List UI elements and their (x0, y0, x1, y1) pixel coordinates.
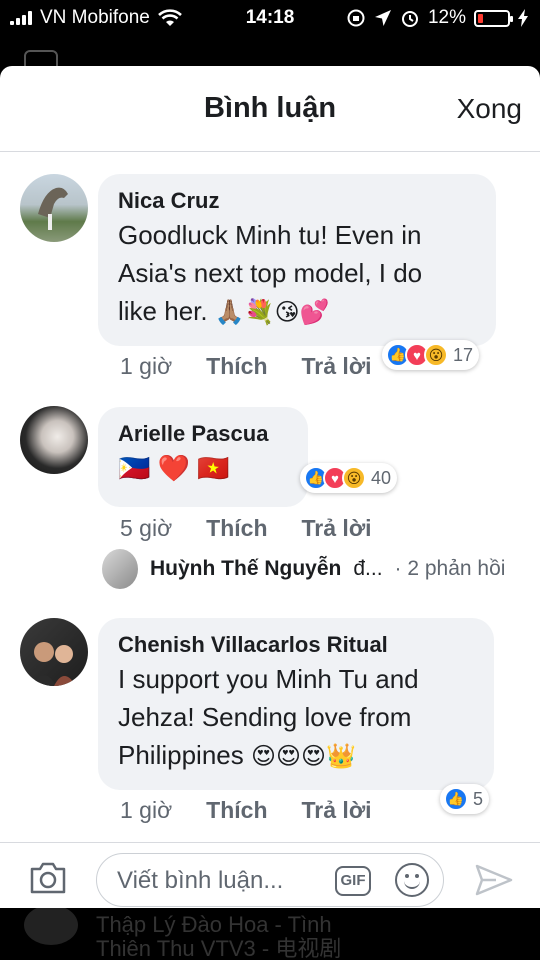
background-text-line: Thiên Thu VTV3 - 电视剧 (96, 936, 342, 960)
comment-input-placeholder: Viết bình luận... (117, 867, 284, 894)
comment-text-line: Philippines 😍😍😍👑 (118, 736, 474, 776)
comment-emoji: 🙏🏽💐😘💕 (214, 299, 330, 326)
reply-author-name: Huỳnh Thế Nguyễn (150, 557, 342, 580)
reply-preview[interactable]: Huỳnh Thế Nguyễn đ... · 2 phản hồi (102, 549, 505, 589)
sheet-header: Bình luận Xong (0, 66, 540, 152)
avatar[interactable] (20, 174, 88, 242)
comment-input[interactable]: Viết bình luận... GIF (96, 853, 444, 907)
comment-composer: Viết bình luận... GIF (0, 842, 540, 908)
background-text-line: Thập Lý Đào Hoa - Tình (96, 912, 332, 937)
comment-time: 5 giờ (120, 515, 173, 541)
comment-text-line: I support you Minh Tu and (118, 664, 419, 694)
commenter-name[interactable]: Chenish Villacarlos Ritual (118, 630, 474, 660)
comment-text-line: Asia's next top model, I do (118, 258, 423, 288)
status-bar: VN Mobifone 14:18 12% (0, 0, 540, 36)
comments-sheet: Bình luận Xong Nica Cruz Goodluck Minh t… (0, 66, 540, 908)
comment-actions: 1 giờ Thích Trả lời (120, 353, 372, 380)
like-button[interactable]: Thích (206, 353, 267, 380)
background-avatar (24, 905, 78, 945)
commenter-name[interactable]: Nica Cruz (118, 186, 476, 216)
background-post-text: Thập Lý Đào Hoa - Tình Thiên Thu VTV3 - … (96, 913, 496, 960)
done-button[interactable]: Xong (457, 93, 522, 125)
comment-actions: 5 giờ Thích Trả lời (120, 515, 372, 542)
comment-text-part: like her. (118, 296, 208, 326)
comment-time: 1 giờ (120, 797, 173, 823)
comment-text-line: like her. 🙏🏽💐😘💕 (118, 292, 476, 332)
orientation-lock-icon (347, 9, 365, 27)
wow-reaction-icon: 😮 (424, 343, 448, 367)
comment-time: 1 giờ (120, 353, 173, 379)
comment-emoji: 🇵🇭 ❤️ 🇻🇳 (118, 453, 230, 483)
reaction-count: 17 (453, 344, 474, 365)
reactions-summary[interactable]: 👍 5 (440, 784, 490, 814)
battery-percent: 12% (427, 7, 466, 28)
like-button[interactable]: Thích (206, 797, 267, 824)
reply-button[interactable]: Trả lời (302, 353, 372, 380)
reactions-summary[interactable]: 👍 ♥ 😮 17 (382, 340, 480, 370)
charging-bolt-icon (518, 9, 528, 27)
comment-bubble[interactable]: Nica Cruz Goodluck Minh tu! Even in Asia… (98, 174, 496, 346)
comment-bubble[interactable]: Arielle Pascua 🇵🇭 ❤️ 🇻🇳 (98, 407, 308, 507)
location-arrow-icon (374, 10, 391, 26)
comment-text-part: Philippines (118, 740, 244, 770)
wow-reaction-icon: 😮 (342, 466, 366, 490)
alarm-icon (401, 11, 418, 27)
gif-button[interactable]: GIF (335, 866, 371, 896)
commenter-name[interactable]: Arielle Pascua (118, 419, 288, 449)
avatar[interactable] (20, 618, 88, 686)
reply-button[interactable]: Trả lời (302, 797, 372, 824)
reply-button[interactable]: Trả lời (302, 515, 372, 542)
camera-icon[interactable] (28, 861, 68, 895)
reply-count: · 2 phản hồi (394, 557, 506, 580)
reaction-count: 40 (371, 467, 392, 488)
send-icon[interactable] (474, 863, 514, 897)
smiley-icon[interactable] (395, 863, 429, 897)
like-button[interactable]: Thích (206, 515, 267, 542)
reactions-summary[interactable]: 👍 ♥ 😮 40 (300, 463, 398, 493)
reply-avatar (102, 549, 138, 589)
status-right: 12% (346, 7, 528, 29)
reply-snippet: đ... (353, 557, 383, 580)
comment-emoji: 😍😍😍👑 (250, 743, 356, 770)
like-reaction-icon: 👍 (444, 787, 468, 811)
avatar[interactable] (20, 406, 88, 474)
reaction-count: 5 (473, 788, 484, 809)
battery-icon (474, 9, 513, 27)
comment-actions: 1 giờ Thích Trả lời (120, 797, 372, 824)
comment-text-line: Jehza! Sending love from (118, 702, 412, 732)
comment-bubble[interactable]: Chenish Villacarlos Ritual I support you… (98, 618, 494, 790)
comment-text-line: Goodluck Minh tu! Even in (118, 220, 422, 250)
